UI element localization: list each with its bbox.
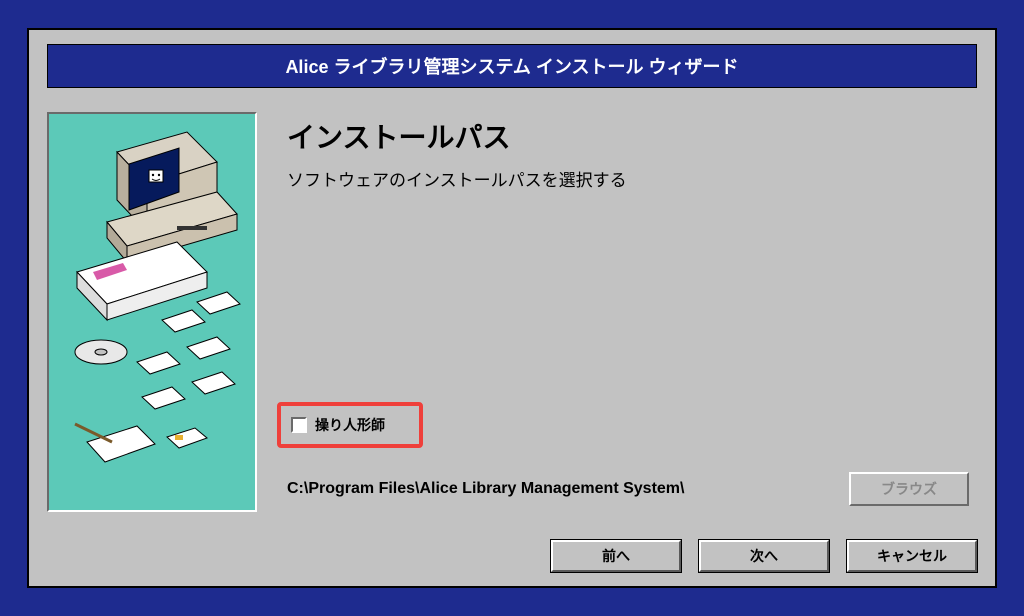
- browse-button[interactable]: ブラウズ: [849, 472, 969, 506]
- next-button[interactable]: 次へ: [699, 540, 829, 572]
- page-subheading: ソフトウェアのインストールパスを選択する: [287, 166, 977, 191]
- main-panel: インストールパス ソフトウェアのインストールパスを選択する 操り人形師 C:\P…: [287, 112, 977, 512]
- content-row: インストールパス ソフトウェアのインストールパスを選択する 操り人形師 C:\P…: [47, 112, 977, 512]
- puppeteer-checkbox-label: 操り人形師: [315, 415, 385, 435]
- nav-button-row: 前へ 次へ キャンセル: [551, 540, 977, 572]
- install-path-row: C:\Program Files\Alice Library Managemen…: [287, 472, 977, 506]
- computer-illustration-icon: [57, 122, 247, 502]
- puppeteer-checkbox[interactable]: [291, 417, 307, 433]
- title-text: Alice ライブラリ管理システム インストール ウィザード: [285, 57, 738, 77]
- highlighted-checkbox-area: 操り人形師: [277, 402, 423, 448]
- back-button[interactable]: 前へ: [551, 540, 681, 572]
- cancel-button[interactable]: キャンセル: [847, 540, 977, 572]
- wizard-window: Alice ライブラリ管理システム インストール ウィザード: [27, 28, 997, 588]
- page-heading: インストールパス: [287, 116, 977, 156]
- title-bar: Alice ライブラリ管理システム インストール ウィザード: [47, 44, 977, 88]
- illustration-panel: [47, 112, 257, 512]
- install-path-text: C:\Program Files\Alice Library Managemen…: [287, 480, 684, 498]
